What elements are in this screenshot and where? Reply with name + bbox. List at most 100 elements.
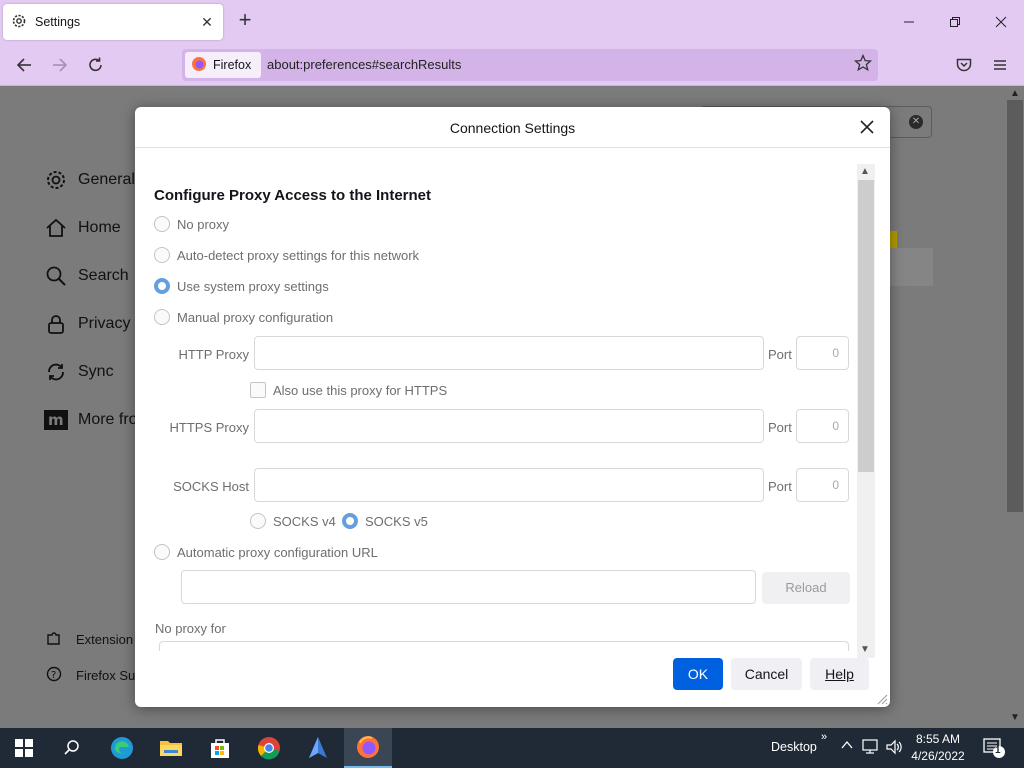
close-window-button[interactable] <box>978 0 1024 44</box>
home-icon <box>44 216 68 240</box>
firefox-logo-icon <box>191 56 207 75</box>
radio-button[interactable] <box>154 544 170 560</box>
pocket-icon <box>956 58 972 72</box>
also-https-checkbox-row[interactable]: Also use this proxy for HTTPS <box>250 382 447 398</box>
radio-button-selected[interactable] <box>154 278 170 294</box>
app-shape-icon <box>309 737 327 758</box>
windows-logo-icon <box>15 739 33 757</box>
scroll-down-icon[interactable]: ▼ <box>860 644 870 655</box>
windows-taskbar: Desktop » 8:55 AM 4/26/2022 1 <box>0 728 1024 768</box>
taskbar-edge[interactable] <box>98 728 146 768</box>
radio-label: SOCKS v4 <box>273 513 336 529</box>
radio-button[interactable] <box>154 309 170 325</box>
checkbox[interactable] <box>250 382 266 398</box>
radio-socks-v5[interactable]: SOCKS v5 <box>342 513 428 529</box>
cancel-button[interactable]: Cancel <box>731 658 802 690</box>
socks-port-label: Port <box>768 479 792 494</box>
gear-icon <box>44 168 68 192</box>
ok-button[interactable]: OK <box>673 658 723 690</box>
socks-port-input[interactable]: 0 <box>796 468 849 502</box>
back-button[interactable] <box>9 50 39 80</box>
dialog-title: Connection Settings <box>449 120 576 136</box>
tab-settings[interactable]: Settings ✕ <box>3 4 223 40</box>
socks-host-input[interactable] <box>254 468 764 502</box>
minimize-button[interactable] <box>886 0 932 44</box>
sidebar-footer-label: Firefox Su <box>76 668 136 683</box>
url-text[interactable]: about:preferences#searchResults <box>267 57 461 72</box>
forward-button[interactable] <box>45 50 75 80</box>
svg-text:m: m <box>48 411 64 429</box>
clock-date: 4/26/2022 <box>911 749 965 763</box>
auto-config-url-input[interactable] <box>181 570 756 604</box>
sidebar-item-general: General <box>44 168 135 192</box>
dialog-scrollbar[interactable]: ▲ ▼ <box>857 164 875 658</box>
taskbar-chrome[interactable] <box>245 728 293 768</box>
store-icon <box>211 739 229 758</box>
show-hidden-icons-icon[interactable] <box>840 738 854 755</box>
sidebar-item-home: Home <box>44 216 121 240</box>
bookmark-star-icon[interactable] <box>853 53 873 75</box>
page-scrollbar-thumb <box>1007 100 1023 512</box>
taskbar-clock[interactable]: 8:55 AM 4/26/2022 <box>905 731 971 765</box>
http-proxy-label: HTTP Proxy <box>178 347 249 362</box>
new-tab-button[interactable]: + <box>232 8 258 34</box>
socks-host-label: SOCKS Host <box>173 479 249 494</box>
sidebar-footer-label: Extension <box>76 632 134 647</box>
radio-socks-v4[interactable]: SOCKS v4 <box>250 513 336 529</box>
reload-button[interactable] <box>81 50 111 80</box>
folder-icon <box>160 741 182 756</box>
address-bar[interactable]: Firefox about:preferences#searchResults <box>182 49 878 81</box>
notification-center-button[interactable]: 1 <box>982 737 1006 762</box>
radio-label: SOCKS v5 <box>365 513 428 529</box>
radio-label: Manual proxy configuration <box>177 309 334 325</box>
http-port-input[interactable]: 0 <box>796 336 849 370</box>
menu-button[interactable] <box>985 50 1015 80</box>
radio-button[interactable] <box>154 216 170 232</box>
radio-button[interactable] <box>154 247 170 263</box>
help-button[interactable]: Help <box>810 658 869 690</box>
sidebar-footer-support: ? Firefox Su <box>46 666 135 685</box>
no-proxy-for-input[interactable] <box>159 641 849 651</box>
taskbar-search-button[interactable] <box>48 728 96 768</box>
https-port-input[interactable]: 0 <box>796 409 849 443</box>
dialog-header: Connection Settings <box>135 107 890 148</box>
radio-auto-detect[interactable]: Auto-detect proxy settings for this netw… <box>154 247 419 263</box>
close-tab-icon[interactable]: ✕ <box>199 14 215 31</box>
resize-grip-icon[interactable] <box>876 693 888 705</box>
radio-button-selected[interactable] <box>342 513 358 529</box>
network-icon[interactable] <box>862 739 880 758</box>
taskbar-store[interactable] <box>196 728 244 768</box>
sidebar-item-label: General <box>78 171 135 188</box>
pocket-button[interactable] <box>949 50 979 80</box>
edge-icon <box>111 737 133 759</box>
http-proxy-input[interactable] <box>254 336 764 370</box>
search-result-row <box>889 248 933 286</box>
notification-count: 1 <box>995 745 1001 756</box>
http-port-label: Port <box>768 347 792 362</box>
sidebar-item-search: Search <box>44 264 129 288</box>
clear-search-icon: ✕ <box>909 115 923 129</box>
desktop-toolbar-label[interactable]: Desktop <box>771 740 817 754</box>
radio-button[interactable] <box>250 513 266 529</box>
start-button[interactable] <box>0 728 48 768</box>
radio-system-proxy[interactable]: Use system proxy settings <box>154 278 329 294</box>
taskbar-file-explorer[interactable] <box>147 728 195 768</box>
radio-auto-config-url[interactable]: Automatic proxy configuration URL <box>154 544 378 560</box>
https-proxy-input[interactable] <box>254 409 764 443</box>
dialog-scrollbar-thumb[interactable] <box>858 180 874 472</box>
hamburger-menu-icon <box>994 60 1006 70</box>
taskbar-firefox[interactable] <box>344 728 392 768</box>
volume-icon[interactable] <box>886 739 904 758</box>
scroll-up-icon[interactable]: ▲ <box>860 166 870 177</box>
gear-icon <box>11 13 27 32</box>
dialog-close-button[interactable] <box>856 116 878 138</box>
radio-no-proxy[interactable]: No proxy <box>154 216 229 232</box>
taskbar-app[interactable] <box>294 728 342 768</box>
toolbar-expand-icon[interactable]: » <box>821 731 827 743</box>
sidebar-footer-extensions: Extension <box>46 630 133 649</box>
reload-pac-button[interactable]: Reload <box>762 572 850 604</box>
identity-box[interactable]: Firefox <box>185 52 261 78</box>
forward-arrow-icon <box>53 58 68 72</box>
radio-manual-proxy[interactable]: Manual proxy configuration <box>154 309 333 325</box>
restore-button[interactable] <box>932 0 978 44</box>
